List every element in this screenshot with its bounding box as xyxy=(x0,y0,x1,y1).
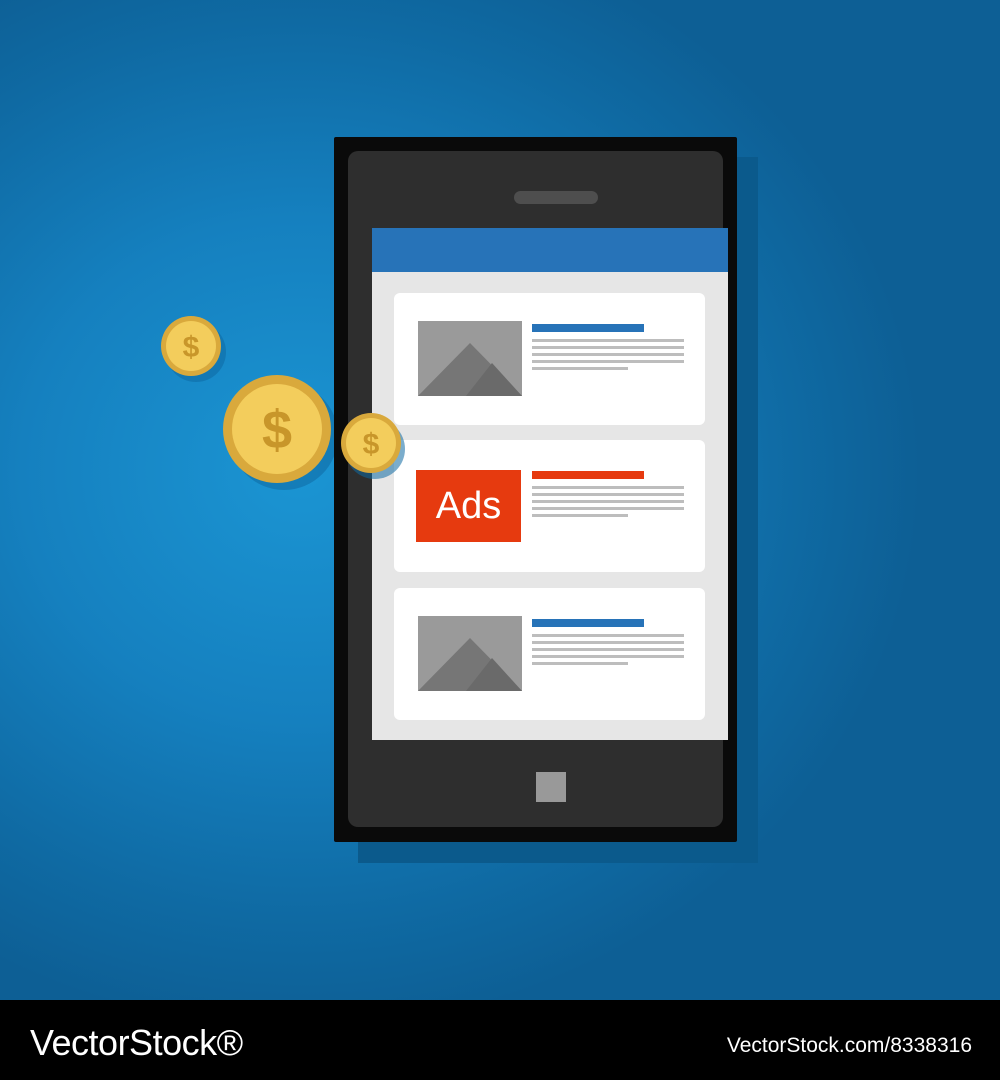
watermark-footer: VectorStock® VectorStock.com/8338316 xyxy=(0,1000,1000,1080)
article-text-lines xyxy=(532,634,684,669)
coin-large-icon: $ xyxy=(223,375,338,490)
smartphone: Ads xyxy=(334,137,737,842)
image-placeholder-icon xyxy=(418,616,522,691)
phone-speaker xyxy=(514,191,598,204)
coin-small-icon: $ xyxy=(161,316,226,382)
content-card-1[interactable] xyxy=(394,293,705,425)
content-card-3[interactable] xyxy=(394,588,705,720)
phone-body: Ads xyxy=(348,151,728,827)
image-placeholder-icon xyxy=(418,321,522,396)
app-header-bar xyxy=(372,228,728,272)
phone-screen: Ads xyxy=(372,228,728,740)
coin-large-symbol: $ xyxy=(262,400,292,460)
ad-text-lines xyxy=(532,486,684,521)
ads-label: Ads xyxy=(416,470,521,542)
home-button[interactable] xyxy=(536,772,566,802)
footer-brand: VectorStock® xyxy=(30,1022,243,1063)
article-text-lines xyxy=(532,339,684,374)
article-title-bar xyxy=(532,619,644,627)
footer-image-id: VectorStock.com/8338316 xyxy=(726,1034,972,1057)
coin-small-symbol: $ xyxy=(183,331,200,364)
coin-medium-symbol: $ xyxy=(363,428,380,461)
article-title-bar xyxy=(532,324,644,332)
ad-title-bar xyxy=(532,471,644,479)
coin-medium-icon: $ xyxy=(341,413,405,479)
ad-card[interactable]: Ads xyxy=(394,440,705,572)
illustration-background: $ $ Ads $ xyxy=(0,0,1000,1000)
